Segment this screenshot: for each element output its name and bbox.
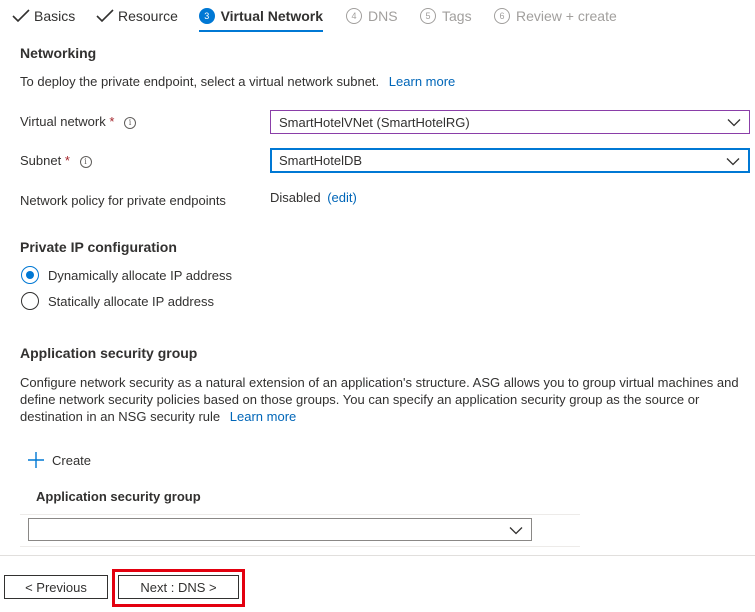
network-policy-edit-link[interactable]: (edit) [327, 190, 357, 205]
tab-label: Review + create [516, 8, 617, 24]
networking-learn-more-link[interactable]: Learn more [389, 74, 455, 89]
networking-heading: Networking [20, 45, 97, 61]
step-number-badge: 5 [420, 8, 436, 24]
network-policy-status: Disabled [270, 190, 321, 205]
tab-label: Virtual Network [220, 8, 323, 24]
info-icon[interactable]: i [124, 116, 137, 129]
tab-dns[interactable]: 4 DNS [346, 0, 398, 32]
radio-static-ip[interactable]: Statically allocate IP address [21, 292, 214, 310]
tab-resource[interactable]: Resource [96, 0, 178, 32]
network-policy-value: Disabled (edit) [270, 190, 357, 205]
table-divider [20, 514, 580, 515]
required-asterisk: * [64, 153, 70, 168]
plus-icon [28, 452, 44, 468]
radio-button[interactable] [21, 292, 39, 310]
radio-label: Statically allocate IP address [48, 293, 214, 309]
table-divider [20, 546, 580, 547]
wizard-tabs: Basics Resource 3 Virtual Network 4 DNS … [0, 0, 755, 32]
virtual-network-label-text: Virtual network [20, 114, 106, 129]
asg-description-line-last: destination in an NSG security rule Lear… [20, 408, 750, 425]
networking-description: To deploy the private endpoint, select a… [20, 74, 455, 89]
subnet-label: Subnet * i [20, 153, 92, 168]
asg-description-line: Configure network security as a natural … [20, 375, 739, 390]
step-number-badge: 4 [346, 8, 362, 24]
subnet-label-text: Subnet [20, 153, 62, 168]
subnet-dropdown[interactable]: SmartHotelDB [270, 148, 750, 173]
chevron-down-icon [726, 153, 740, 168]
network-policy-label: Network policy for private endpoints [20, 193, 226, 208]
asg-learn-more-link[interactable]: Learn more [230, 409, 296, 424]
tab-tags[interactable]: 5 Tags [420, 0, 472, 32]
asg-description-text: destination in an NSG security rule [20, 409, 221, 424]
step-number-badge: 6 [494, 8, 510, 24]
asg-create-button[interactable]: Create [28, 452, 91, 468]
radio-button-checked[interactable] [21, 266, 39, 284]
tab-label: Basics [34, 8, 76, 24]
radio-label: Dynamically allocate IP address [48, 267, 233, 283]
virtual-network-dropdown[interactable]: SmartHotelVNet (SmartHotelRG) [270, 110, 750, 134]
create-private-endpoint-page: Basics Resource 3 Virtual Network 4 DNS … [0, 0, 755, 612]
tab-label: DNS [368, 8, 398, 24]
subnet-value: SmartHotelDB [279, 153, 363, 168]
radio-dynamic-ip[interactable]: Dynamically allocate IP address [21, 266, 232, 284]
info-icon[interactable]: i [79, 155, 92, 168]
asg-dropdown[interactable] [28, 518, 532, 541]
checkmark-icon [12, 9, 30, 23]
asg-description-line: define network security policies based o… [20, 392, 700, 407]
tab-label: Resource [118, 8, 178, 24]
create-label: Create [52, 452, 92, 468]
chevron-down-icon [509, 522, 523, 537]
virtual-network-label: Virtual network * i [20, 114, 137, 129]
chevron-down-icon [727, 115, 741, 130]
previous-button[interactable]: < Previous [4, 575, 108, 599]
asg-description: Configure network security as a natural … [20, 374, 750, 425]
asg-column-header: Application security group [36, 489, 201, 504]
virtual-network-value: SmartHotelVNet (SmartHotelRG) [279, 114, 470, 130]
tab-review-create[interactable]: 6 Review + create [494, 0, 617, 32]
next-dns-button[interactable]: Next : DNS > [118, 575, 239, 599]
private-ip-heading: Private IP configuration [20, 239, 177, 255]
tab-basics[interactable]: Basics [12, 0, 75, 32]
tab-label: Tags [442, 8, 472, 24]
networking-description-text: To deploy the private endpoint, select a… [20, 74, 380, 89]
asg-heading: Application security group [20, 345, 198, 361]
checkmark-icon [96, 9, 114, 23]
tab-virtual-network[interactable]: 3 Virtual Network [199, 0, 323, 32]
required-asterisk: * [109, 114, 115, 129]
step-number-badge: 3 [199, 8, 215, 24]
footer-divider [0, 555, 755, 556]
